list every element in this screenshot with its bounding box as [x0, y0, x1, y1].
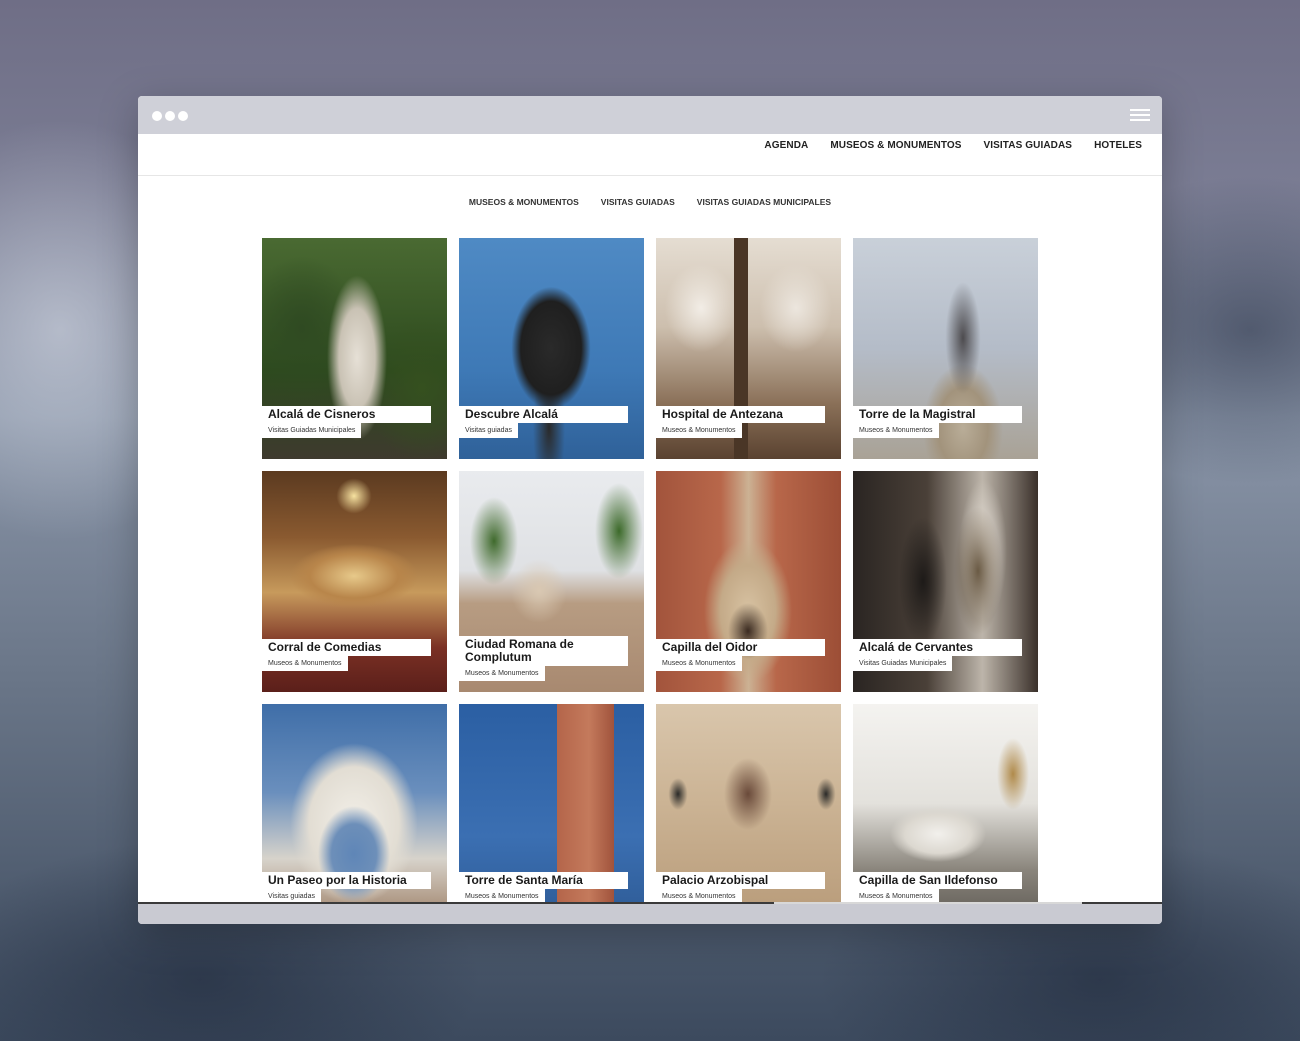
place-title: Capilla de San Ildefonso	[853, 872, 1022, 889]
place-card[interactable]: Hospital de Antezana Museos & Monumentos	[656, 238, 841, 459]
window-controls[interactable]	[152, 111, 188, 121]
nav-item-museos[interactable]: MUSEOS & MONUMENTOS	[830, 140, 961, 151]
place-title: Corral de Comedias	[262, 639, 431, 656]
filter-visitas-municipales[interactable]: VISITAS GUIADAS MUNICIPALES	[697, 197, 831, 207]
nav-item-agenda[interactable]: AGENDA	[764, 140, 808, 151]
main-navigation: AGENDA MUSEOS & MONUMENTOS VISITAS GUIAD…	[138, 134, 1162, 176]
place-card[interactable]: Un Paseo por la Historia Visitas guiadas	[262, 704, 447, 924]
places-grid: Alcalá de Cisneros Visitas Guiadas Munic…	[262, 238, 1038, 924]
place-category: Visitas Guiadas Municipales	[262, 423, 362, 438]
place-category: Museos & Monumentos	[656, 423, 742, 438]
filter-museos[interactable]: MUSEOS & MONUMENTOS	[469, 197, 579, 207]
place-category: Visitas Guiadas Municipales	[853, 656, 953, 671]
place-title: Hospital de Antezana	[656, 406, 825, 423]
place-title: Alcalá de Cervantes	[853, 639, 1022, 656]
place-card[interactable]: Palacio Arzobispal Museos & Monumentos	[656, 704, 841, 924]
window-titlebar	[138, 96, 1162, 134]
place-card[interactable]: Alcalá de Cervantes Visitas Guiadas Muni…	[853, 471, 1038, 692]
place-title: Palacio Arzobispal	[656, 872, 825, 889]
place-category: Visitas guiadas	[459, 423, 518, 438]
place-category: Museos & Monumentos	[459, 666, 545, 681]
place-card[interactable]: Torre de la Magistral Museos & Monumento…	[853, 238, 1038, 459]
filter-navigation: MUSEOS & MONUMENTOS VISITAS GUIADAS VISI…	[138, 192, 1162, 210]
window-dot-2[interactable]	[165, 111, 175, 121]
place-title: Descubre Alcalá	[459, 406, 628, 423]
place-card[interactable]: Capilla del Oidor Museos & Monumentos	[656, 471, 841, 692]
place-title: Torre de Santa María	[459, 872, 628, 889]
nav-item-hoteles[interactable]: HOTELES	[1094, 140, 1142, 151]
place-card[interactable]: Alcalá de Cisneros Visitas Guiadas Munic…	[262, 238, 447, 459]
scroll-thumb[interactable]	[774, 902, 1082, 904]
place-title: Un Paseo por la Historia	[262, 872, 431, 889]
nav-item-visitas[interactable]: VISITAS GUIADAS	[984, 140, 1073, 151]
place-title: Torre de la Magistral	[853, 406, 1022, 423]
horizontal-scrollbar[interactable]	[138, 902, 1162, 924]
place-card[interactable]: Descubre Alcalá Visitas guiadas	[459, 238, 644, 459]
place-category: Museos & Monumentos	[853, 423, 939, 438]
place-title: Ciudad Romana de Complutum	[459, 636, 628, 666]
place-category: Museos & Monumentos	[262, 656, 348, 671]
place-category: Museos & Monumentos	[656, 656, 742, 671]
filter-visitas[interactable]: VISITAS GUIADAS	[601, 197, 675, 207]
place-title: Capilla del Oidor	[656, 639, 825, 656]
place-card[interactable]: Capilla de San Ildefonso Museos & Monume…	[853, 704, 1038, 924]
window-dot-3[interactable]	[178, 111, 188, 121]
place-card[interactable]: Corral de Comedias Museos & Monumentos	[262, 471, 447, 692]
hamburger-menu-icon[interactable]	[1130, 109, 1150, 123]
place-title: Alcalá de Cisneros	[262, 406, 431, 423]
window-dot-1[interactable]	[152, 111, 162, 121]
place-card[interactable]: Torre de Santa María Museos & Monumentos	[459, 704, 644, 924]
place-card[interactable]: Ciudad Romana de Complutum Museos & Monu…	[459, 471, 644, 692]
browser-window: AGENDA MUSEOS & MONUMENTOS VISITAS GUIAD…	[138, 96, 1162, 924]
